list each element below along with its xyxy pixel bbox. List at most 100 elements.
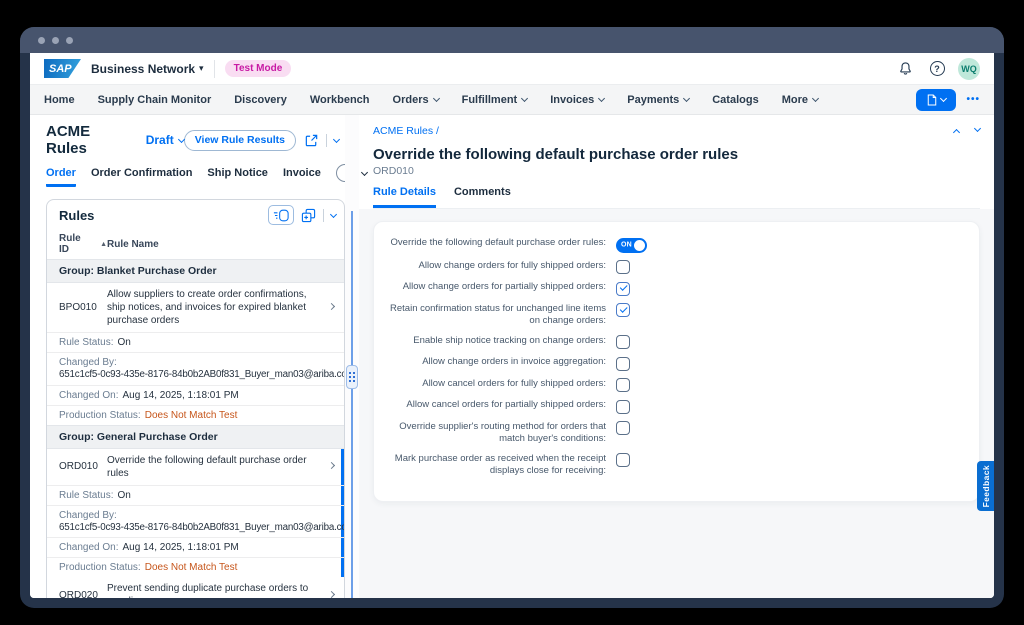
checkbox[interactable] [616,453,630,467]
share-icon[interactable] [304,133,319,148]
chevron-down-icon[interactable] [330,210,337,217]
tab-order-confirmation[interactable]: Order Confirmation [91,167,192,184]
splitter-line [351,211,353,598]
column-rule-name[interactable]: Rule Name [107,239,324,250]
divider [323,209,324,222]
rule-detail-line: Changed By:651c1cf5-0c93-435e-8176-84b0b… [47,352,344,385]
setting-label: Override the following default purchase … [388,237,606,250]
rule-navigation [954,128,980,135]
rule-row[interactable]: ORD020Prevent sending duplicate purchase… [47,577,344,598]
status-dropdown[interactable]: Draft [146,133,184,147]
nav-item-label: Home [44,94,75,106]
rule-name: Allow suppliers to create order confirma… [107,288,324,327]
setting-label: Allow change orders in invoice aggregati… [388,356,606,369]
overflow-menu-button[interactable]: ••• [966,94,980,105]
setting-control [616,281,650,296]
checkbox[interactable] [616,303,630,317]
checkbox[interactable] [616,260,630,274]
chevron-down-icon[interactable] [974,124,981,131]
nav-item-catalogs[interactable]: Catalogs [712,94,758,106]
chevron-down-icon[interactable] [333,135,340,142]
nav-item-invoices[interactable]: Invoices [550,94,604,106]
checkbox[interactable] [616,357,630,371]
column-rule-id[interactable]: Rule ID ▲ [59,233,107,255]
tab-invoice[interactable]: Invoice [283,167,321,184]
setting-control [616,260,650,275]
notifications-button[interactable] [894,58,916,80]
setting-row: Allow cancel orders for fully shipped or… [388,378,979,393]
nav-item-fulfillment[interactable]: Fulfillment [462,94,528,106]
filter-button[interactable] [268,205,294,225]
window-control-dot[interactable] [66,37,73,44]
panel-splitter[interactable] [345,115,359,598]
nav-item-discovery[interactable]: Discovery [234,94,287,106]
checkbox[interactable] [616,400,630,414]
setting-control [616,356,650,371]
toggle-switch[interactable]: ON [616,238,647,253]
tab-comments[interactable]: Comments [454,186,511,208]
tab-order[interactable]: Order [46,167,76,187]
setting-row: Retain confirmation status for unchanged… [388,303,979,328]
rule-item-bpo010[interactable]: BPO010Allow suppliers to create order co… [47,283,344,425]
sap-logo-text: SAP [49,63,72,75]
product-switcher[interactable]: Business Network ▾ [91,62,204,76]
product-name: Business Network [91,62,195,76]
splitter-grip-handle[interactable] [346,365,358,389]
detail-title: Override the following default purchase … [373,146,980,163]
nav-item-orders[interactable]: Orders [393,94,439,106]
setting-control [616,303,650,318]
nav-item-label: More [782,94,808,106]
detail-label: Changed By: [59,357,117,368]
rules-card: Rules Rule ID ▲ [46,199,345,598]
feedback-tab[interactable]: Feedback [977,461,994,511]
breadcrumb[interactable]: ACME Rules / [373,125,439,137]
rule-detail-line: Production Status:Does Not Match Test [47,557,344,577]
nav-item-payments[interactable]: Payments [627,94,689,106]
detail-value: Aug 14, 2025, 1:18:01 PM [123,390,239,401]
rules-list: Group: Blanket Purchase OrderBPO010Allow… [47,259,344,598]
rules-panel-header: ACME Rules Draft View Rule Results [46,123,339,157]
avatar[interactable]: WQ [958,58,980,80]
checkbox[interactable] [616,335,630,349]
setting-label: Allow cancel orders for partially shippe… [388,399,606,412]
checkbox[interactable] [616,378,630,392]
breadcrumb-row: ACME Rules / [373,125,980,137]
header-divider [214,60,215,78]
view-rule-results-button[interactable]: View Rule Results [184,130,296,151]
sort-ascending-icon: ▲ [100,241,107,248]
rules-toolbar [268,205,336,225]
detail-value: On [117,337,130,348]
checkbox[interactable] [616,282,630,296]
nav-item-more[interactable]: More [782,94,818,106]
rule-detail-line: Rule Status:On [47,485,344,505]
rule-detail-line: Changed By:651c1cf5-0c93-435e-8176-84b0b… [47,505,344,538]
help-button[interactable]: ? [926,58,948,80]
rule-detail-panel: ACME Rules / Override the following defa… [359,115,994,598]
rule-item-ord020[interactable]: ORD020Prevent sending duplicate purchase… [47,577,344,598]
nav-item-supply-chain-monitor[interactable]: Supply Chain Monitor [98,94,212,106]
window-control-dot[interactable] [38,37,45,44]
create-document-button[interactable] [916,89,956,111]
rule-group-header: Group: Blanket Purchase Order [47,259,344,283]
detail-label: Rule Status: [59,337,113,348]
tab-ship-notice[interactable]: Ship Notice [207,167,268,184]
status-dropdown-label: Draft [146,133,174,147]
rules-card-header: Rules [47,200,344,230]
detail-value: Does Not Match Test [145,410,238,421]
checkmark-icon [619,283,626,290]
nav-item-workbench[interactable]: Workbench [310,94,370,106]
tab-rule-details[interactable]: Rule Details [373,186,436,208]
chevron-down-icon [521,95,528,102]
nav-item-home[interactable]: Home [44,94,75,106]
rule-id: ORD010 [59,461,107,472]
chevron-up-icon[interactable] [953,128,960,135]
checkbox[interactable] [616,421,630,435]
rule-row[interactable]: ORD010Override the following default pur… [47,449,344,485]
rule-item-ord010[interactable]: ORD010Override the following default pur… [47,449,344,578]
copy-add-icon[interactable] [301,208,316,223]
chevron-down-icon [940,95,947,102]
rule-row[interactable]: BPO010Allow suppliers to create order co… [47,283,344,332]
window-control-dot[interactable] [52,37,59,44]
toggle-knob [634,240,645,251]
rule-name: Prevent sending duplicate purchase order… [107,582,324,598]
